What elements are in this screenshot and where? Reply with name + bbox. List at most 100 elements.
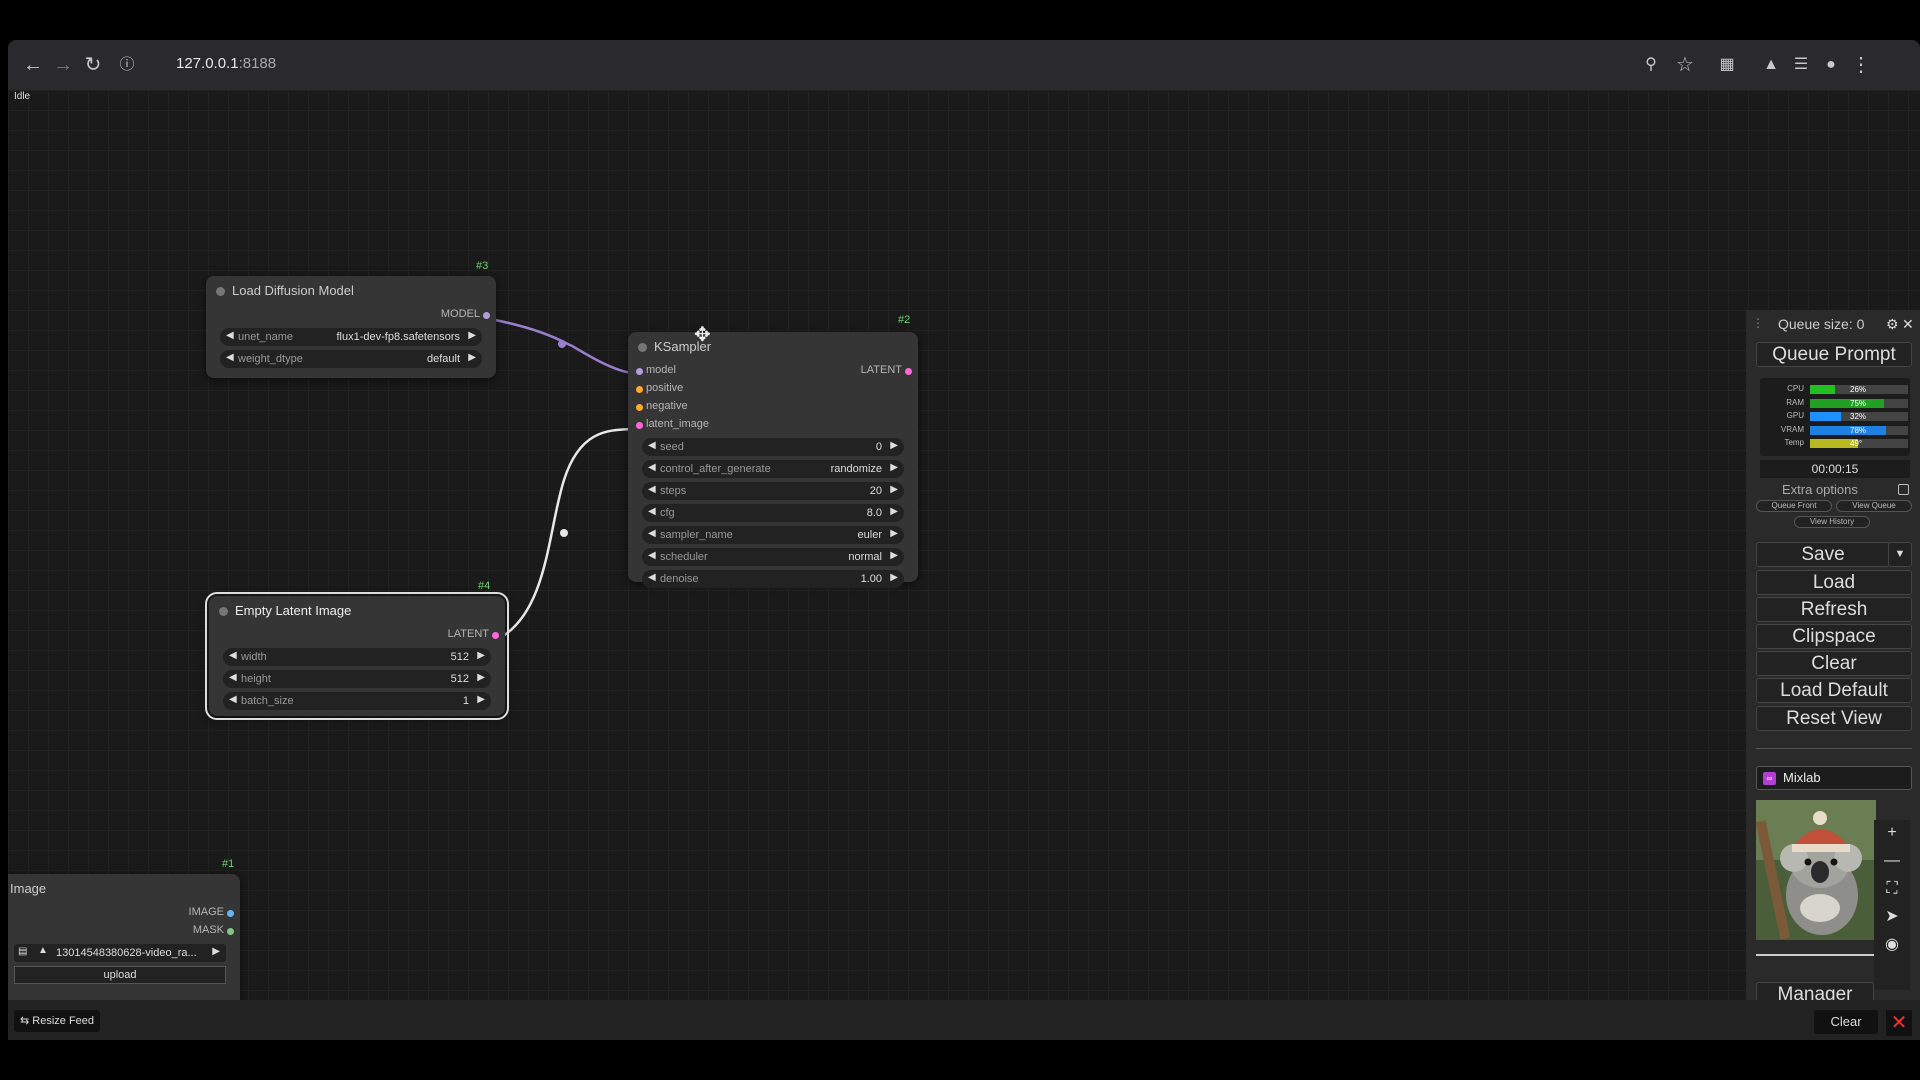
increment-arrow-icon[interactable]: ▶ [477, 694, 485, 705]
slot-dot-icon[interactable] [492, 632, 499, 639]
queue-front-button[interactable]: Queue Front [1756, 500, 1832, 512]
input-slot-positive[interactable]: positive [636, 382, 683, 394]
view-history-button[interactable]: View History [1794, 516, 1870, 528]
decrement-arrow-icon[interactable]: ◀ [648, 506, 656, 517]
gear-icon[interactable]: ⚙ [1886, 316, 1899, 333]
widget-width[interactable]: ◀ width 512 ▶ [223, 648, 491, 666]
eye-icon[interactable]: ◉ [1874, 932, 1910, 958]
decrement-arrow-icon[interactable]: ◀ [648, 440, 656, 451]
increment-arrow-icon[interactable]: ▶ [468, 330, 476, 341]
widget-control-after-generate[interactable]: ◀ control_after_generate randomize ▶ [642, 460, 904, 478]
decrement-arrow-icon[interactable]: ◀ [229, 650, 237, 661]
slot-dot-icon[interactable] [905, 368, 912, 375]
browser-menu-icon[interactable]: ⋮ [1848, 52, 1874, 78]
refresh-button[interactable]: Refresh [1756, 597, 1912, 622]
clipspace-button[interactable]: Clipspace [1756, 624, 1912, 649]
decrement-arrow-icon[interactable]: ◀ [226, 352, 234, 363]
input-slot-model[interactable]: model [636, 364, 676, 376]
extra-options-checkbox[interactable] [1898, 484, 1909, 495]
output-slot-latent[interactable]: LATENT [861, 364, 912, 376]
decrement-arrow-icon[interactable]: ◀ [648, 528, 656, 539]
upload-button[interactable]: upload [14, 966, 226, 984]
node-title-bar[interactable]: Empty Latent Image [209, 596, 505, 626]
widget-denoise[interactable]: ◀ denoise 1.00 ▶ [642, 570, 904, 588]
back-icon[interactable]: ← [20, 52, 46, 78]
slot-dot-icon[interactable] [636, 422, 643, 429]
decrement-arrow-icon[interactable]: ◀ [648, 572, 656, 583]
output-slot-mask[interactable]: MASK [193, 924, 234, 936]
labs-flask-icon[interactable]: ▲ [1758, 52, 1784, 78]
feed-close-icon[interactable]: ✕ [1886, 1010, 1912, 1036]
increment-arrow-icon[interactable]: ▶ [890, 572, 898, 583]
collapse-dot-icon[interactable] [219, 607, 228, 616]
view-queue-button[interactable]: View Queue [1836, 500, 1912, 512]
slot-dot-icon[interactable] [636, 404, 643, 411]
node-empty-latent-image[interactable]: Empty Latent Image LATENT ◀ width 512 ▶ ◀ he… [205, 592, 509, 720]
widget-batch-size[interactable]: ◀ batch_size 1 ▶ [223, 692, 491, 710]
drag-handle-icon[interactable]: ⋮ [1752, 316, 1764, 330]
widget-weight-dtype[interactable]: ◀ weight_dtype default ▶ [220, 350, 482, 368]
decrement-arrow-icon[interactable]: ◀ [648, 462, 656, 473]
profile-icon[interactable]: ● [1818, 52, 1844, 78]
slot-dot-icon[interactable] [636, 368, 643, 375]
resize-feed-button[interactable]: ⇆ Resize Feed [14, 1010, 101, 1032]
reload-icon[interactable]: ↻ [80, 52, 106, 78]
forward-icon[interactable]: → [50, 52, 76, 78]
slot-dot-icon[interactable] [636, 386, 643, 393]
feed-clear-button[interactable]: Clear [1814, 1010, 1878, 1034]
increment-arrow-icon[interactable]: ▶ [468, 352, 476, 363]
close-icon[interactable]: ✕ [1902, 316, 1914, 333]
node-load-diffusion-model[interactable]: Load Diffusion Model MODEL ◀ unet_name flu… [206, 276, 496, 378]
zoom-in-icon[interactable]: + [1874, 820, 1910, 846]
slot-dot-icon[interactable] [483, 312, 490, 319]
load-default-button[interactable]: Load Default [1756, 678, 1912, 703]
decrement-arrow-icon[interactable]: ◀ [648, 550, 656, 561]
save-button[interactable]: Save [1756, 542, 1890, 567]
media-queue-icon[interactable]: ☰ [1788, 52, 1814, 78]
mixlab-button[interactable]: ∞ Mixlab [1756, 766, 1912, 790]
queue-prompt-button[interactable]: Queue Prompt [1756, 342, 1912, 367]
widget-height[interactable]: ◀ height 512 ▶ [223, 670, 491, 688]
collapse-dot-icon[interactable] [638, 343, 647, 352]
reset-view-button[interactable]: Reset View [1756, 706, 1912, 731]
load-button[interactable]: Load [1756, 570, 1912, 595]
widget-unet-name[interactable]: ◀ unet_name flux1-dev-fp8.safetensors ▶ [220, 328, 482, 346]
increment-arrow-icon[interactable]: ▶ [890, 484, 898, 495]
output-slot-model[interactable]: MODEL [441, 308, 490, 320]
clear-button[interactable]: Clear [1756, 651, 1912, 676]
save-dropdown-chevron-icon[interactable]: ▼ [1888, 542, 1912, 567]
widget-cfg[interactable]: ◀ cfg 8.0 ▶ [642, 504, 904, 522]
widget-scheduler[interactable]: ◀ scheduler normal ▶ [642, 548, 904, 566]
increment-arrow-icon[interactable]: ▶ [890, 462, 898, 473]
zoom-out-icon[interactable]: — [1874, 848, 1910, 874]
site-info-icon[interactable]: ⓘ [114, 52, 140, 78]
output-slot-latent[interactable]: LATENT [448, 628, 499, 640]
fullscreen-icon[interactable]: ⛶ [1874, 876, 1910, 902]
node-title-bar[interactable]: KSampler [628, 332, 918, 362]
widget-seed[interactable]: ◀ seed 0 ▶ [642, 438, 904, 456]
send-icon[interactable]: ➤ [1874, 904, 1910, 930]
extensions-icon[interactable]: ▦ [1714, 52, 1740, 78]
node-load-image[interactable]: Image IMAGE MASK ▤ ▲ 13014548380628-video_… [8, 874, 240, 1000]
graph-canvas[interactable]: Idle #3 Load Diffusion Model MODEL ◀ unet… [8, 90, 1920, 1000]
widget-steps[interactable]: ◀ steps 20 ▶ [642, 482, 904, 500]
decrement-arrow-icon[interactable]: ◀ [648, 484, 656, 495]
slot-dot-icon[interactable] [227, 928, 234, 935]
input-slot-latent-image[interactable]: latent_image [636, 418, 709, 430]
collapse-dot-icon[interactable] [216, 287, 225, 296]
zoom-icon[interactable]: ⚲ [1638, 52, 1664, 78]
increment-arrow-icon[interactable]: ▶ [890, 506, 898, 517]
widget-image-file[interactable]: ▤ ▲ 13014548380628-video_ra... ▶ [14, 944, 226, 962]
increment-arrow-icon[interactable]: ▶ [890, 528, 898, 539]
increment-arrow-icon[interactable]: ▶ [477, 650, 485, 661]
slot-dot-icon[interactable] [227, 910, 234, 917]
decrement-arrow-icon[interactable]: ◀ [229, 672, 237, 683]
address-bar[interactable]: 127.0.0.1:8188 [176, 55, 276, 72]
node-ksampler[interactable]: KSampler model LATENT positive negative … [628, 332, 918, 588]
increment-arrow-icon[interactable]: ▶ [890, 550, 898, 561]
widget-sampler-name[interactable]: ◀ sampler_name euler ▶ [642, 526, 904, 544]
decrement-arrow-icon[interactable]: ◀ [229, 694, 237, 705]
node-title-bar[interactable]: Image [8, 874, 240, 904]
decrement-arrow-icon[interactable]: ◀ [226, 330, 234, 341]
output-slot-image[interactable]: IMAGE [189, 906, 234, 918]
